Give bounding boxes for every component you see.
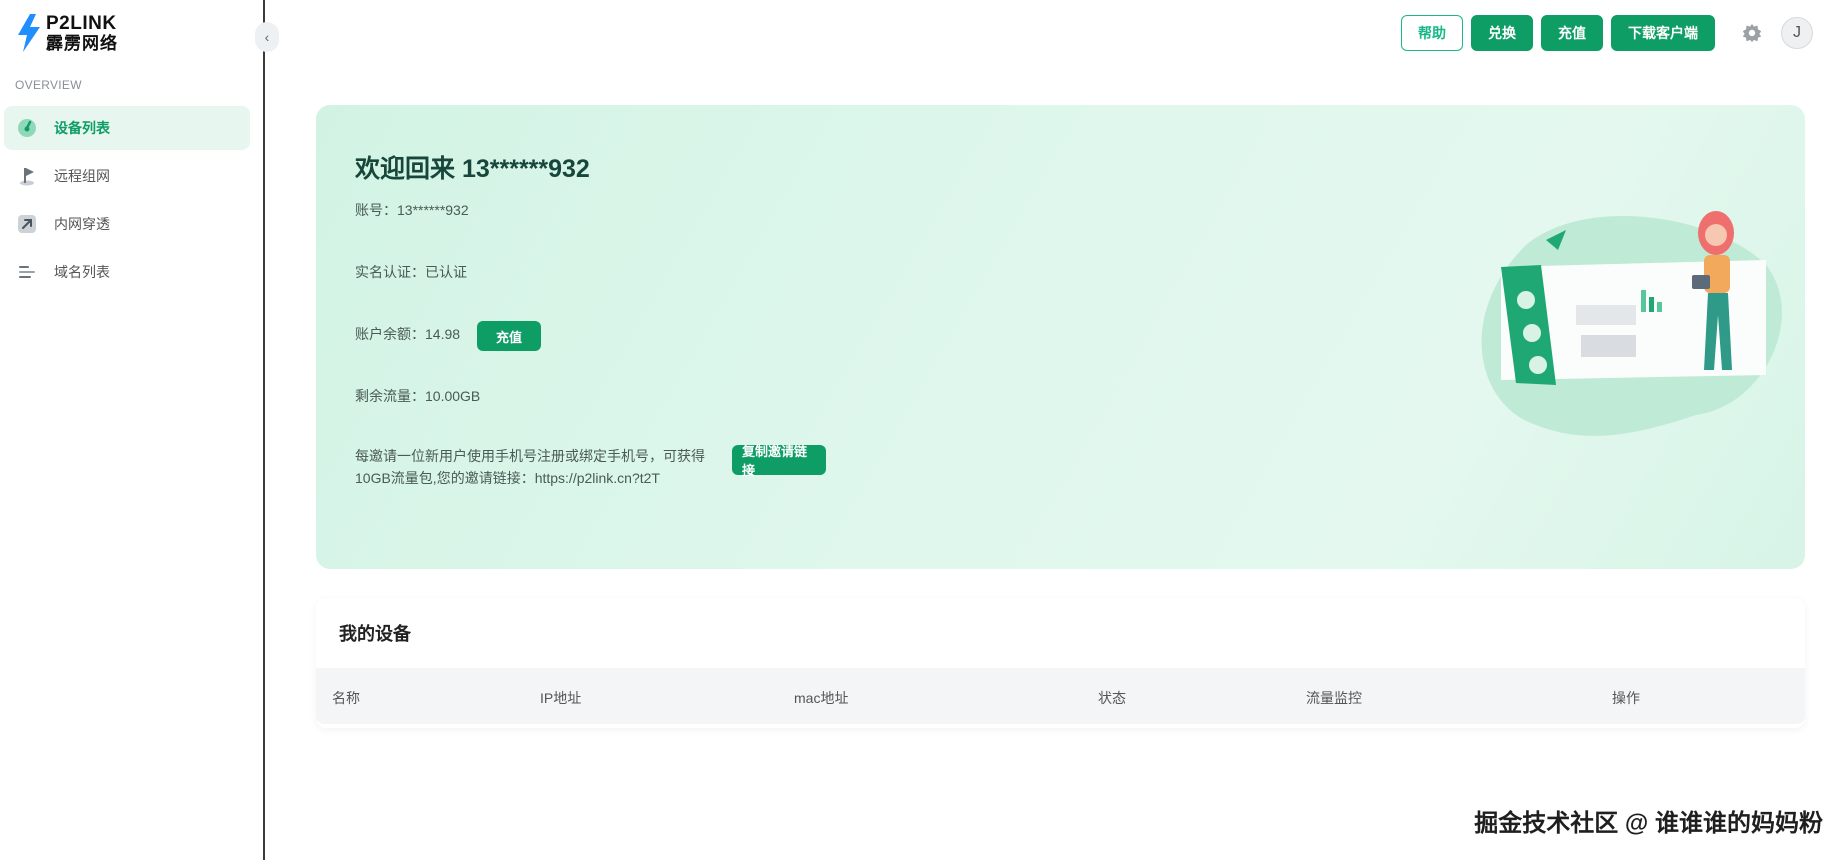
brand-subtitle: 霹雳网络 (46, 34, 118, 53)
lightning-bolt-icon (18, 14, 40, 52)
column-header-traffic-monitor: 流量监控 (1306, 690, 1362, 706)
avatar[interactable]: J (1781, 17, 1813, 49)
gauge-icon (16, 117, 38, 139)
download-client-button[interactable]: 下载客户端 (1611, 15, 1715, 51)
invite-description: 每邀请一位新用户使用手机号注册或绑定手机号，可获得10GB流量包,您的邀请链接：… (355, 448, 705, 486)
column-header-name: 名称 (332, 690, 360, 706)
chevron-left-icon: ‹ (264, 29, 270, 45)
devices-title: 我的设备 (339, 624, 411, 644)
brand-logo[interactable]: P2LINK 霹雳网络 (16, 14, 118, 52)
flag-icon (16, 165, 38, 187)
sidebar-item-label: 域名列表 (54, 264, 110, 280)
brand-name: P2LINK (46, 13, 117, 34)
list-icon (16, 261, 38, 283)
sidebar-item-domain-list[interactable]: 域名列表 (4, 250, 250, 294)
sidebar-item-label: 远程组网 (54, 168, 110, 184)
balance-recharge-button[interactable]: 充值 (477, 321, 541, 351)
sidebar-item-device-list[interactable]: 设备列表 (4, 106, 250, 150)
account-balance: 账户余额：14.98 (355, 326, 461, 342)
copy-invite-link-button[interactable]: 复制邀请链接 (732, 444, 826, 478)
collapse-sidebar-button[interactable]: ‹ (255, 22, 279, 52)
sidebar-nav: 设备列表 远程组网 内网穿透 域名列表 (4, 106, 250, 298)
exchange-button[interactable]: 兑换 (1471, 15, 1533, 51)
column-header-ip: IP地址 (540, 690, 582, 706)
gear-icon[interactable] (1737, 18, 1767, 48)
account-info: 账号：13******932 (355, 202, 469, 218)
welcome-card: 欢迎回来 13******932 账号：13******932 实名认证：已认证… (316, 105, 1805, 569)
sidebar-item-remote-network[interactable]: 远程组网 (4, 154, 250, 198)
arrow-up-right-icon (16, 213, 38, 235)
sidebar-item-intranet-penetration[interactable]: 内网穿透 (4, 202, 250, 246)
my-devices-card: 我的设备 名称 IP地址 mac地址 状态 流量监控 操作 (316, 598, 1805, 728)
column-header-mac: mac地址 (794, 690, 849, 706)
watermark: 掘金技术社区 @ 谁谁谁的妈妈粉 (1474, 810, 1823, 837)
realname-status: 实名认证：已认证 (355, 264, 467, 280)
sidebar: P2LINK 霹雳网络 OVERVIEW 设备列表 远程组网 内网穿透 域名列表 (0, 0, 265, 860)
column-header-status: 状态 (1098, 690, 1126, 706)
sidebar-item-label: 内网穿透 (54, 216, 110, 232)
remaining-traffic: 剩余流量：10.00GB (355, 388, 481, 404)
welcome-illustration (1481, 211, 1782, 436)
help-button[interactable]: 帮助 (1401, 15, 1463, 51)
welcome-title: 欢迎回来 13******932 (355, 155, 590, 183)
sidebar-item-label: 设备列表 (54, 120, 110, 136)
column-header-actions: 操作 (1612, 690, 1640, 706)
recharge-button[interactable]: 充值 (1541, 15, 1603, 51)
section-label-overview: OVERVIEW (15, 78, 82, 92)
header-actions: 帮助 兑换 充值 下载客户端 J (1401, 15, 1813, 51)
devices-table-header: 名称 IP地址 mac地址 状态 流量监控 操作 (316, 668, 1805, 724)
